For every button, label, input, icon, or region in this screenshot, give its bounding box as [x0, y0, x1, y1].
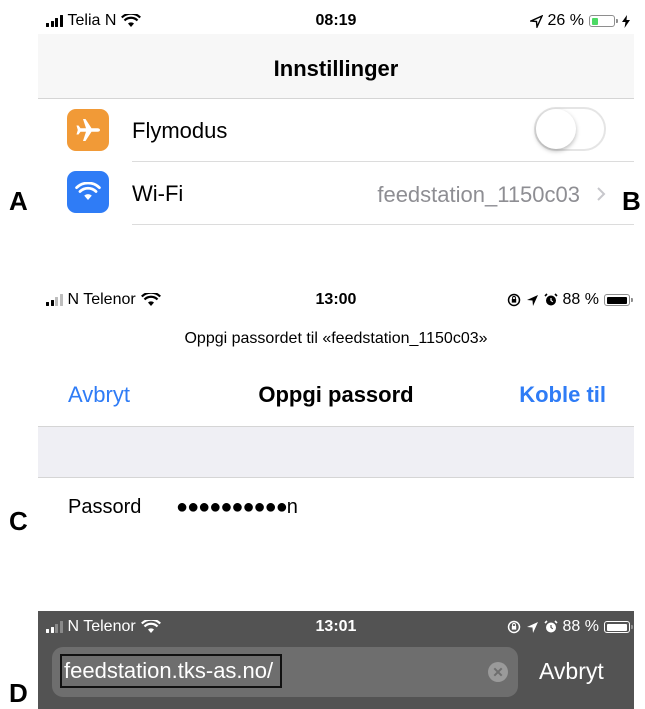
battery-percent: 26 % [547, 12, 584, 29]
location-arrow-icon [526, 621, 538, 633]
settings-panel: Telia N 08:19 26 % Innstillinger Flymodu… [38, 0, 634, 230]
rotation-lock-icon [507, 293, 520, 307]
airplane-icon [67, 109, 109, 151]
status-bar: N Telenor 13:01 88 % [38, 614, 634, 640]
browser-cancel-button[interactable]: Avbryt [539, 658, 604, 685]
password-label: Passord [68, 496, 142, 518]
wifi-settings-icon [67, 171, 109, 213]
status-bar: N Telenor 13:00 88 % [38, 287, 634, 313]
password-row[interactable]: Passord ●●●●●●●●●●n [38, 484, 634, 532]
location-arrow-icon [526, 294, 538, 306]
url-field[interactable]: feedstation.tks-as.no/ [60, 654, 282, 688]
battery-icon [604, 294, 633, 306]
password-nav-bar: Avbryt Oppgi passord Koble til [38, 366, 634, 426]
password-prompt: Oppgi passordet til «feedstation_1150c03… [184, 330, 488, 347]
label-d: D [9, 678, 28, 708]
rotation-lock-icon [507, 620, 520, 634]
page-title: Innstillinger [273, 56, 399, 81]
battery-icon [604, 621, 633, 633]
form-header-gap [38, 426, 634, 478]
label-c: C [9, 506, 28, 536]
flymodus-label: Flymodus [132, 118, 228, 143]
battery-percent: 88 % [562, 618, 599, 635]
label-a: A [9, 186, 28, 216]
status-bar: Telia N 08:19 26 % [38, 8, 634, 34]
wifi-network-name: feedstation_1150c03 [377, 182, 580, 207]
alarm-icon [543, 293, 558, 306]
settings-row-wifi[interactable]: Wi-Fi feedstation_1150c03 [38, 162, 634, 225]
wifi-label: Wi-Fi [132, 181, 184, 206]
battery-percent: 88 % [562, 291, 599, 308]
navigation-bar: Innstillinger [38, 34, 634, 99]
chevron-right-icon [597, 187, 606, 201]
browser-address-panel: N Telenor 13:01 88 % feedstation.tks-as.… [38, 611, 634, 709]
flymodus-toggle[interactable] [534, 107, 606, 151]
row-divider [132, 224, 634, 225]
password-panel: N Telenor 13:00 88 % Oppgi passordet til… [38, 284, 634, 544]
battery-icon [589, 15, 618, 27]
alarm-icon [543, 620, 558, 633]
connect-button[interactable]: Koble til [519, 382, 606, 408]
settings-row-flymodus[interactable]: Flymodus [38, 99, 634, 162]
clear-text-icon[interactable] [488, 662, 508, 682]
label-b: B [622, 186, 641, 216]
address-bar[interactable]: feedstation.tks-as.no/ [52, 647, 518, 697]
toggle-knob [536, 109, 576, 149]
location-arrow-icon [529, 14, 543, 28]
charging-bolt-icon [622, 14, 630, 28]
password-field[interactable]: ●●●●●●●●●●n [176, 496, 298, 519]
